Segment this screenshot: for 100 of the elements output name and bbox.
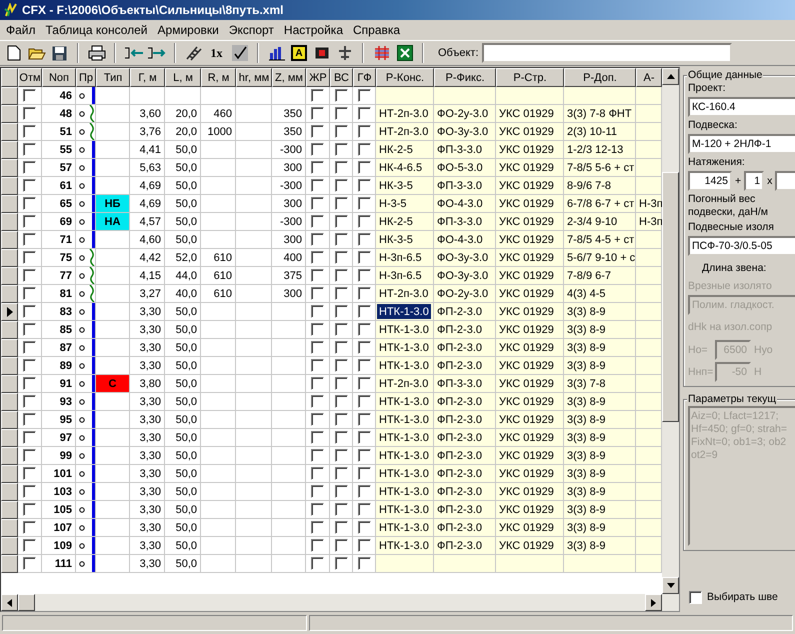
column-header[interactable]: hr, мм bbox=[236, 68, 272, 87]
column-header[interactable]: А- bbox=[636, 68, 662, 87]
checkbox[interactable] bbox=[358, 107, 370, 120]
column-header[interactable]: Р-Конс. bbox=[376, 68, 434, 87]
checkbox[interactable] bbox=[334, 161, 348, 174]
checkbox[interactable] bbox=[23, 413, 36, 426]
checkbox[interactable] bbox=[23, 197, 36, 210]
row-header[interactable] bbox=[1, 267, 18, 285]
table-cell[interactable]: НТК-1-3.0 bbox=[376, 429, 434, 447]
menu-item[interactable]: Справка bbox=[349, 23, 406, 37]
checkbox[interactable] bbox=[358, 395, 370, 408]
checkbox[interactable] bbox=[23, 395, 36, 408]
checkbox[interactable] bbox=[311, 143, 324, 156]
zoom-factor-button[interactable]: 1x bbox=[205, 42, 228, 64]
checkbox[interactable] bbox=[311, 305, 324, 318]
checkbox[interactable] bbox=[23, 215, 36, 228]
row-header[interactable] bbox=[1, 501, 18, 519]
checkbox[interactable] bbox=[23, 323, 36, 336]
checkbox[interactable] bbox=[358, 503, 370, 516]
row-header[interactable] bbox=[1, 213, 18, 231]
row-header[interactable] bbox=[1, 249, 18, 267]
checkbox[interactable] bbox=[334, 503, 348, 516]
vertical-scrollbar[interactable] bbox=[662, 68, 679, 611]
table-cell[interactable]: НТ-2п-3.0 bbox=[376, 105, 434, 123]
checkbox[interactable] bbox=[334, 215, 348, 228]
row-header[interactable] bbox=[1, 537, 18, 555]
checkbox[interactable] bbox=[311, 557, 324, 570]
row-header[interactable] bbox=[1, 141, 18, 159]
column-header[interactable]: Пр bbox=[76, 68, 96, 87]
checkbox[interactable] bbox=[358, 89, 370, 102]
table-cell[interactable]: НТ-2п-3.0 bbox=[376, 375, 434, 393]
table-cell[interactable] bbox=[376, 555, 434, 573]
checkbox[interactable] bbox=[358, 215, 370, 228]
suspension-field[interactable]: М-120 + 2НЛФ-1 bbox=[688, 134, 795, 154]
row-header[interactable] bbox=[1, 375, 18, 393]
checkbox[interactable] bbox=[23, 269, 36, 282]
checkbox[interactable] bbox=[358, 323, 370, 336]
checkbox[interactable] bbox=[23, 305, 36, 318]
checkbox[interactable] bbox=[23, 125, 36, 138]
checkbox[interactable] bbox=[358, 539, 370, 552]
checkbox[interactable] bbox=[358, 557, 370, 570]
checkbox[interactable] bbox=[358, 143, 370, 156]
checkbox[interactable] bbox=[311, 179, 324, 192]
column-header[interactable]: ГФ bbox=[353, 68, 376, 87]
column-header[interactable]: Г, м bbox=[130, 68, 165, 87]
checkbox[interactable] bbox=[334, 359, 348, 372]
checkbox[interactable] bbox=[334, 179, 348, 192]
menu-item[interactable]: Настройка bbox=[280, 23, 349, 37]
row-header[interactable] bbox=[1, 555, 18, 573]
checkbox[interactable] bbox=[23, 467, 36, 480]
row-header[interactable] bbox=[1, 177, 18, 195]
checkbox[interactable] bbox=[311, 287, 324, 300]
checkbox[interactable] bbox=[358, 125, 370, 138]
table-cell[interactable]: НТ-2п-3.0 bbox=[376, 123, 434, 141]
checkbox[interactable] bbox=[311, 323, 324, 336]
checkbox[interactable] bbox=[23, 341, 36, 354]
checkbox[interactable] bbox=[311, 107, 324, 120]
checkbox[interactable] bbox=[311, 161, 324, 174]
menu-item[interactable]: Файл bbox=[2, 23, 42, 37]
checkbox[interactable] bbox=[358, 359, 370, 372]
table-cell[interactable]: НК-4-6.5 bbox=[376, 159, 434, 177]
checkbox[interactable] bbox=[23, 431, 36, 444]
checkbox[interactable] bbox=[358, 179, 370, 192]
checkbox[interactable] bbox=[358, 269, 370, 282]
menu-item[interactable]: Армировки bbox=[154, 23, 225, 37]
checkbox[interactable] bbox=[358, 341, 370, 354]
checkbox[interactable] bbox=[311, 485, 324, 498]
horizontal-scrollbar[interactable] bbox=[1, 594, 662, 611]
column-header[interactable]: Z, мм bbox=[272, 68, 306, 87]
checkbox[interactable] bbox=[311, 413, 324, 426]
table-cell[interactable]: НТК-1-3.0 bbox=[376, 483, 434, 501]
checkbox[interactable] bbox=[311, 215, 324, 228]
checkbox[interactable] bbox=[23, 107, 36, 120]
checkbox[interactable] bbox=[311, 539, 324, 552]
checkbox[interactable] bbox=[311, 359, 324, 372]
checkbox[interactable] bbox=[23, 89, 36, 102]
checkbox[interactable] bbox=[23, 179, 36, 192]
checkbox[interactable] bbox=[23, 449, 36, 462]
checkbox[interactable] bbox=[358, 197, 370, 210]
column-header[interactable]: Р-Доп. bbox=[564, 68, 636, 87]
row-header[interactable] bbox=[1, 105, 18, 123]
checkbox[interactable] bbox=[334, 485, 348, 498]
checkbox[interactable] bbox=[311, 521, 324, 534]
checkbox[interactable] bbox=[311, 197, 324, 210]
row-header[interactable] bbox=[1, 465, 18, 483]
table-cell[interactable]: Н-3п-6.5 bbox=[376, 249, 434, 267]
checkbox[interactable] bbox=[311, 377, 324, 390]
table-cell[interactable]: НТК-1-3.0 bbox=[376, 411, 434, 429]
table-cell[interactable]: Н-3п-6.5 bbox=[376, 267, 434, 285]
row-header[interactable] bbox=[1, 339, 18, 357]
checkbox[interactable] bbox=[334, 341, 348, 354]
row-header[interactable] bbox=[1, 357, 18, 375]
checkbox[interactable] bbox=[334, 107, 348, 120]
checkbox[interactable] bbox=[23, 485, 36, 498]
checkbox[interactable] bbox=[23, 377, 36, 390]
checkbox[interactable] bbox=[23, 539, 36, 552]
column-header[interactable]: Nоп bbox=[42, 68, 76, 87]
checkbox[interactable] bbox=[358, 305, 370, 318]
table-cell[interactable]: НТ-2п-3.0 bbox=[376, 285, 434, 303]
checkbox[interactable] bbox=[358, 377, 370, 390]
